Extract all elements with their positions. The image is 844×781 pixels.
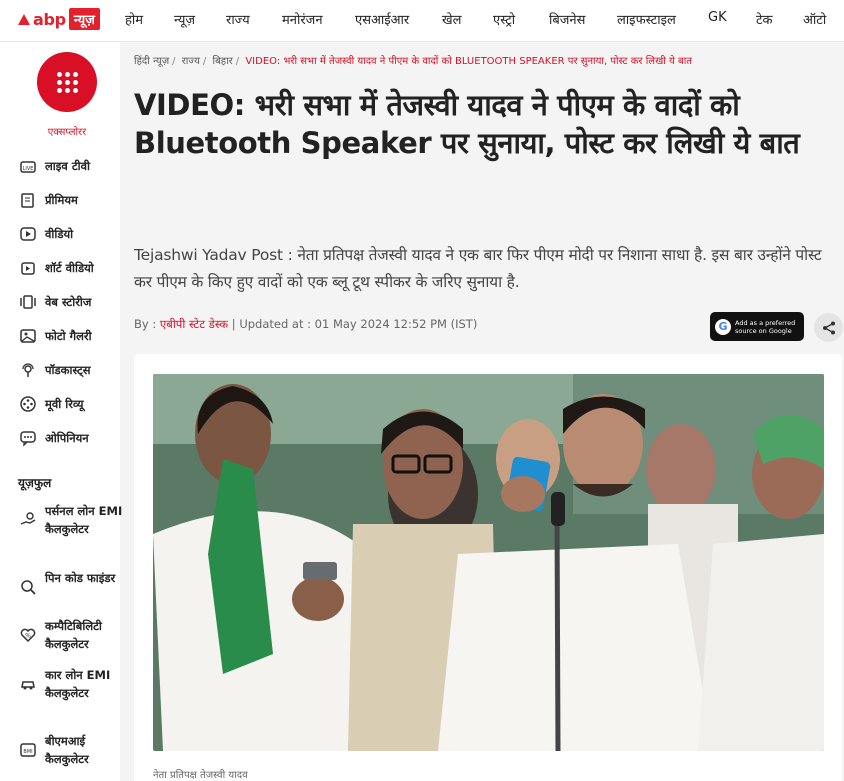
share-icon (822, 321, 835, 334)
premium-icon (18, 190, 38, 210)
sidebar-utility-label: बीएमआई कैलकुलेटर (45, 734, 89, 766)
sidebar-item-label: ओपिनियन (45, 430, 89, 445)
sidebar-item[interactable]: पॉडकास्ट्स (18, 359, 91, 381)
bmi-icon: BMI (18, 740, 38, 760)
nav-link[interactable]: खेल (442, 10, 461, 28)
sidebar-item[interactable]: ओपिनियन (18, 427, 89, 449)
breadcrumb-item[interactable]: राज्य (182, 56, 200, 67)
top-navigation: abp न्यूज़ होम न्यूज़ राज्य मनोरंजन एसआईआर खे… (0, 0, 844, 42)
nav-link[interactable]: एसआईआर (355, 10, 409, 28)
sidebar-utility-item[interactable]: पिन कोड फाइंडर (18, 569, 125, 597)
nav-link[interactable]: बिजनेस (549, 10, 585, 28)
sidebar-utility-label: पिन कोड फाइंडर (45, 571, 116, 585)
sidebar-utility-label: कार लोन EMI कैलकुलेटर (45, 668, 111, 700)
author-link[interactable]: एबीपी स्टेट डेस्क (160, 317, 228, 331)
photo-illustration (153, 374, 824, 751)
sidebar-item[interactable]: प्रीमियम (18, 189, 78, 211)
nav-link[interactable]: एस्ट्रो (493, 10, 515, 28)
compatibility-icon: % (18, 625, 38, 645)
nav-link[interactable]: होम (125, 10, 143, 28)
sidebar-item-label: प्रीमियम (45, 192, 78, 207)
sidebar-item-label: फोटो गैलरी (45, 328, 92, 343)
pincode-finder-icon (18, 577, 38, 597)
sidebar-utility-label: पर्सनल लोन EMI कैलकुलेटर (45, 504, 123, 536)
svg-text:BMI: BMI (23, 749, 32, 755)
sidebar-item-label: पॉडकास्ट्स (45, 362, 91, 377)
sidebar-utility-label: कम्पैटिबिलिटी कैलकुलेटर (45, 619, 102, 651)
nav-link[interactable]: मनोरंजन (282, 10, 323, 28)
useful-heading: यूज़फुल (18, 476, 52, 490)
web-stories-icon (18, 292, 38, 312)
short-video-icon (18, 258, 38, 278)
sidebar-utility-item[interactable]: BMI बीएमआई कैलकुलेटर (18, 732, 125, 768)
byline-prefix: By : (134, 317, 157, 331)
nav-link[interactable]: लाइफस्टाइल (617, 10, 676, 28)
svg-text:%: % (25, 633, 31, 640)
sidebar-utility-item[interactable]: कार लोन EMI कैलकुलेटर (18, 666, 125, 702)
movie-review-icon (18, 394, 38, 414)
nav-link[interactable]: ऑटो (803, 10, 826, 28)
car-loan-icon (18, 674, 38, 694)
nav-link[interactable]: GK (708, 10, 727, 25)
breadcrumb-item[interactable]: बिहार (212, 56, 232, 67)
sidebar-item-label: वीडियो (45, 226, 74, 241)
personal-loan-icon (18, 510, 38, 530)
logo-text: abp (33, 9, 66, 29)
article-main: हिंदी न्यूज़ / राज्य / बिहार / VIDEO: भरी स… (134, 42, 844, 781)
logo-badge: न्यूज़ (68, 8, 100, 30)
sidebar-item[interactable]: शॉर्ट वीडियो (18, 257, 94, 279)
abp-logo[interactable]: abp न्यूज़ (18, 6, 100, 32)
sidebar: एक्सप्लोरर LIVE लाइव टीवी प्रीमियम वीडियो शॉ… (0, 42, 122, 781)
sidebar-item-label: मूवी रिव्यू (45, 396, 84, 411)
sidebar-item-label: शॉर्ट वीडियो (45, 260, 94, 275)
media-card: नेता प्रतिपक्ष तेजस्वी यादव (134, 354, 842, 781)
sidebar-item-label: लाइव टीवी (45, 158, 90, 173)
updated-time: | Updated at : 01 May 2024 12:52 PM (IST… (231, 317, 478, 331)
share-button[interactable] (814, 313, 843, 342)
grid-menu-icon (56, 71, 78, 93)
photo-caption: नेता प्रतिपक्ष तेजस्वी यादव (153, 770, 248, 781)
sidebar-utility-item[interactable]: % कम्पैटिबिलिटी कैलकुलेटर (18, 617, 125, 653)
google-badge-text: Add as a preferred source on Google (735, 318, 796, 335)
sidebar-item[interactable]: वीडियो (18, 223, 73, 245)
breadcrumb-item[interactable]: हिंदी न्यूज़ (134, 56, 169, 67)
breadcrumb-current: VIDEO: भरी सभा में तेजस्वी यादव ने पीएम … (245, 56, 692, 67)
article-title: VIDEO: भरी सभा में तेजस्वी यादव ने पीएम … (134, 88, 800, 160)
nav-link[interactable]: न्यूज़ (174, 10, 195, 28)
google-preferred-source-button[interactable]: G Add as a preferred source on Google (710, 312, 804, 341)
svg-text:LIVE: LIVE (23, 166, 34, 172)
article-photo[interactable] (153, 374, 824, 751)
sidebar-utility-item[interactable]: पर्सनल लोन EMI कैलकुलेटर (18, 502, 125, 538)
sidebar-item[interactable]: LIVE लाइव टीवी (18, 155, 90, 177)
sidebar-item[interactable]: वेब स्टोरीज (18, 291, 91, 313)
podcast-icon (18, 360, 38, 380)
sidebar-item[interactable]: फोटो गैलरी (18, 325, 92, 347)
breadcrumb: हिंदी न्यूज़ / राज्य / बिहार / VIDEO: भरी स… (134, 56, 692, 67)
explore-button[interactable] (37, 52, 97, 112)
logo-triangle-icon (18, 13, 30, 25)
google-icon: G (715, 318, 731, 335)
nav-link[interactable]: राज्य (226, 10, 250, 28)
article-summary: Tejashwi Yadav Post : नेता प्रतिपक्ष तेज… (134, 246, 822, 291)
live-tv-icon: LIVE (18, 156, 38, 176)
photo-gallery-icon (18, 326, 38, 346)
explore-label: एक्सप्लोरर (47, 127, 87, 138)
byline: By : एबीपी स्टेट डेस्क | Updated at : 01… (134, 317, 477, 332)
opinion-icon (18, 428, 38, 448)
sidebar-item[interactable]: मूवी रिव्यू (18, 393, 84, 415)
sidebar-item-label: वेब स्टोरीज (45, 294, 92, 309)
nav-link[interactable]: टेक (756, 10, 773, 28)
video-icon (18, 224, 38, 244)
